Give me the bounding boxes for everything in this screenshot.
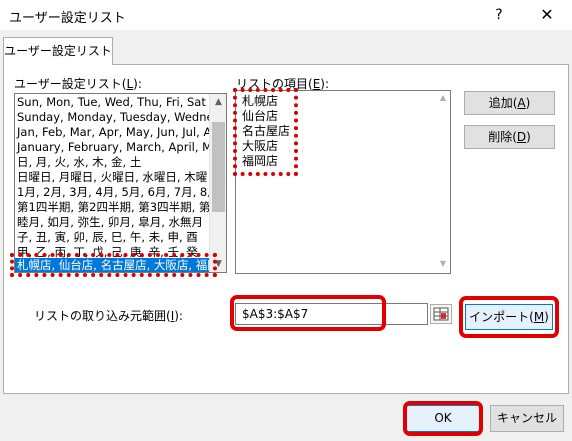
import-range-label: リストの取り込み元範囲(I): [34, 309, 183, 323]
annotation-range-highlight [230, 295, 386, 331]
range-picker-icon [433, 307, 449, 321]
close-button[interactable]: ✕ [530, 2, 564, 28]
scroll-up-icon[interactable]: ▲ [210, 94, 227, 110]
annotation-ok-highlight [403, 401, 483, 436]
user-lists-scrollbar[interactable]: ▲ ▼ [209, 94, 226, 272]
add-button[interactable]: 追加(A) [464, 91, 555, 115]
scroll-up-icon[interactable]: ▲ [436, 93, 450, 102]
range-selector-button[interactable] [430, 304, 452, 324]
list-item[interactable]: 睦月, 如月, 弥生, 卯月, 皐月, 水無月 [17, 215, 203, 230]
list-item[interactable]: 日, 月, 火, 水, 木, 金, 土 [17, 155, 141, 170]
scroll-down-icon[interactable]: ▼ [436, 259, 450, 268]
list-item[interactable]: Jan, Feb, Mar, Apr, May, Jun, Jul, Aug [17, 125, 226, 140]
delete-button[interactable]: 削除(D) [464, 125, 555, 149]
window-title: ユーザー設定リスト [9, 11, 126, 26]
cancel-button[interactable]: キャンセル [490, 405, 564, 432]
user-lists-label: ユーザー設定リスト(L): [14, 77, 142, 91]
list-item[interactable]: 日曜日, 月曜日, 火曜日, 水曜日, 木曜日 [17, 170, 219, 185]
tab-user-lists[interactable]: ユーザー設定リスト [3, 37, 113, 65]
list-item[interactable]: Sun, Mon, Tue, Wed, Thu, Fri, Sat [17, 95, 206, 110]
annotation-entries-highlight [233, 88, 298, 176]
annotation-selected-list-highlight [10, 253, 217, 277]
user-lists-listbox[interactable]: Sun, Mon, Tue, Wed, Thu, Fri, Sat Sunday… [14, 93, 227, 273]
list-item[interactable]: January, February, March, April, May [17, 140, 226, 155]
help-button[interactable]: ? [484, 2, 514, 28]
list-item[interactable]: Sunday, Monday, Tuesday, Wednesday [17, 110, 226, 125]
annotation-import-highlight [459, 296, 559, 338]
entries-scrollbar[interactable]: ▲ ▼ [436, 91, 450, 273]
list-item[interactable]: 子, 丑, 寅, 卯, 辰, 巳, 午, 未, 申, 酉 [17, 230, 198, 245]
scroll-thumb[interactable] [212, 122, 225, 212]
list-item[interactable]: 第1四半期, 第2四半期, 第3四半期, 第4 [17, 200, 218, 215]
list-item[interactable]: 1月, 2月, 3月, 4月, 5月, 6月, 7月, 8月 [17, 185, 219, 200]
